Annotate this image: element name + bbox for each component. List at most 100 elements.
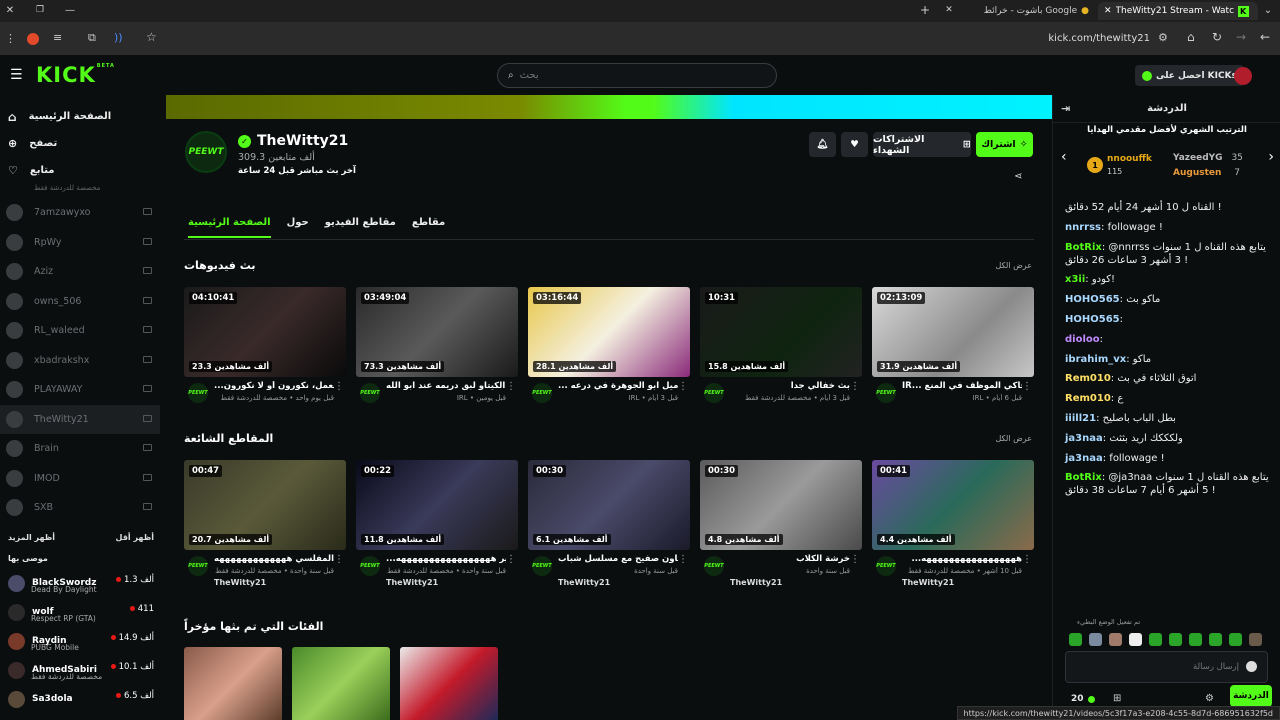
minimize-window-icon[interactable]: — — [64, 4, 76, 16]
clip-thumbnail[interactable]: 00:47 20.7 ألف مشاهدين — [184, 460, 346, 550]
chat-username[interactable]: x3ii — [1065, 274, 1085, 285]
videos-see-all-link[interactable]: عرض الكل — [995, 261, 1032, 270]
video-title[interactable]: ...العمل، نكورون أو لا نكورون — [214, 381, 334, 391]
channel-avatar[interactable]: PEEWT — [532, 556, 552, 576]
chat-username[interactable]: dioloo — [1065, 334, 1100, 345]
leaderboard-prev-icon[interactable]: ‹ — [1061, 149, 1067, 165]
clip-card[interactable]: 00:41 4.4 ألف مشاهدين PEEWT ...هههههههههههه… — [872, 460, 1034, 587]
tab-search-icon[interactable]: ⌄ — [1262, 3, 1274, 17]
video-thumbnail[interactable]: 10:31 15.8 ألف مشاهدين — [700, 287, 862, 377]
restore-window-icon[interactable]: ❐ — [34, 4, 46, 16]
clip-owner[interactable]: TheWitty21 — [730, 578, 782, 587]
chat-username[interactable]: Rem010 — [1065, 393, 1111, 404]
channel-avatar[interactable]: PEEWT — [876, 556, 896, 576]
clip-thumbnail[interactable]: 00:22 11.8 ألف مشاهدين — [356, 460, 518, 550]
category-thumbnail[interactable] — [292, 647, 390, 720]
channel-avatar[interactable]: PEEWT — [704, 383, 724, 403]
emote-icon[interactable] — [1129, 633, 1142, 646]
more-options-icon[interactable]: ⋮ — [1022, 381, 1032, 392]
sidebar-channel[interactable]: SXB — [0, 493, 160, 523]
search-bar[interactable]: ⌕ — [497, 63, 777, 88]
kick-logo[interactable]: KICKBETA — [36, 63, 115, 87]
leaderboard-entry-3[interactable]: Augusten 7 — [1163, 168, 1263, 180]
collapse-chat-icon[interactable]: ⇥ — [1061, 102, 1070, 115]
emote-icon[interactable] — [1149, 633, 1162, 646]
audio-icon[interactable]: )) — [114, 31, 123, 44]
extension-red-icon[interactable] — [27, 33, 39, 45]
video-title[interactable]: ... الزميل ابو الجوهرة في درعه — [558, 381, 678, 391]
follow-heart-button[interactable]: ♥ — [841, 132, 868, 157]
more-options-icon[interactable]: ⋮ — [1022, 554, 1032, 565]
more-options-icon[interactable]: ⋮ — [506, 554, 516, 565]
tab-kick[interactable]: ✕ TheWitty21 Stream - Watch Live K — [1098, 2, 1258, 20]
channel-avatar[interactable]: PEEWT — [188, 383, 208, 403]
subscribe-button[interactable]: اشتراك ✧ — [976, 132, 1033, 157]
chat-username[interactable]: HOHO565 — [1065, 314, 1120, 325]
recommended-channel[interactable]: Sa3dola 6.5 ألف — [0, 685, 160, 714]
clip-card[interactable]: 00:47 20.7 ألف مشاهدين PEEWT المفلسي هههههه… — [184, 460, 346, 587]
notification-bell-button[interactable]: 🔔︎ — [809, 132, 836, 157]
clip-card[interactable]: 00:30 4.8 ألف مشاهدين PEEWT خرشة الكلاب قبل … — [700, 460, 862, 587]
sidebar-channel[interactable]: IMOD — [0, 464, 160, 494]
category-thumbnail[interactable] — [184, 647, 282, 720]
sidebar-channel[interactable]: xbadrakshx — [0, 346, 160, 376]
sidebar-channel[interactable]: owns_506 — [0, 287, 160, 317]
back-icon[interactable]: ← — [1260, 30, 1270, 44]
clip-card[interactable]: 00:22 11.8 ألف مشاهدين PEEWT ...كثير هههههه… — [356, 460, 518, 587]
clip-title[interactable]: تعاون صفيح مع مسلسل شباب... — [558, 554, 678, 564]
chat-username[interactable]: BotRix — [1065, 472, 1102, 483]
sidebar-channel[interactable]: 7amzawyxo — [0, 198, 160, 228]
emote-icon[interactable] — [1229, 633, 1242, 646]
share-icon[interactable]: ⋖ — [1014, 171, 1022, 182]
video-card[interactable]: 03:16:44 28.1 ألف مشاهدين PEEWT ... الزميل … — [528, 287, 690, 411]
chat-username[interactable]: ja3naa — [1065, 433, 1103, 444]
clip-title[interactable]: ...هههههههههههههههههه — [902, 554, 1022, 564]
channel-avatar[interactable]: PEEWT — [185, 131, 227, 173]
close-window-icon[interactable]: ✕ — [4, 4, 16, 16]
emote-icon[interactable] — [1169, 633, 1182, 646]
more-options-icon[interactable]: ⋮ — [334, 554, 344, 565]
chat-username[interactable]: Rem010 — [1065, 373, 1111, 384]
chat-input[interactable]: إرسال رسالة — [1065, 651, 1268, 683]
leaderboard-entry-1[interactable]: 1 nnoouffk 115 — [1087, 153, 1157, 179]
category-thumbnail[interactable] — [400, 647, 498, 720]
close-tab-icon[interactable]: ✕ — [943, 4, 955, 16]
clip-thumbnail[interactable]: 00:30 6.1 ألف مشاهدين — [528, 460, 690, 550]
recommended-channel[interactable]: AhmedSabiri مخصصة للدردشة فقط 10.1 ألف — [0, 656, 160, 685]
hamburger-menu-icon[interactable]: ☰ — [10, 67, 23, 83]
show-more-link[interactable]: أظهر المزيد — [8, 533, 55, 542]
leaderboard-next-icon[interactable]: › — [1268, 149, 1274, 165]
sidebar-item-home[interactable]: ⌂ الصفحة الرئيسية — [0, 103, 160, 130]
user-avatar[interactable] — [1234, 67, 1252, 85]
playlist-icon[interactable]: ≡ — [53, 31, 62, 44]
sidebar-channel[interactable]: RpWy — [0, 228, 160, 258]
reload-icon[interactable]: ↻ — [1212, 30, 1222, 44]
video-title[interactable]: بث خفالي جداً — [730, 381, 850, 391]
close-tab-icon[interactable]: ✕ — [1104, 6, 1112, 16]
video-title[interactable]: بث الكيتاو لبق دريمه عند ابو الله — [386, 381, 506, 391]
leaderboard-entry-2[interactable]: YazeedYG 35 — [1163, 153, 1263, 165]
emoji-picker-icon[interactable] — [1246, 661, 1257, 672]
forward-icon[interactable]: → — [1236, 30, 1246, 44]
video-thumbnail[interactable]: 04:10:41 23.3 ألف مشاهدين — [184, 287, 346, 377]
chat-username[interactable]: BotRix — [1065, 242, 1102, 253]
emote-icon[interactable] — [1109, 633, 1122, 646]
more-options-icon[interactable]: ⋮ — [678, 381, 688, 392]
home-icon[interactable]: ⌂ — [1187, 30, 1195, 44]
tab-home[interactable]: الصفحة الرئيسية — [188, 217, 271, 238]
emote-icon[interactable] — [1189, 633, 1202, 646]
video-title[interactable]: IR... محاكي الموظف في المنع — [902, 381, 1022, 391]
sidebar-item-following[interactable]: ♡ متابع — [0, 157, 160, 184]
sidebar-channel[interactable]: Brain — [0, 434, 160, 464]
more-options-icon[interactable]: ⋮ — [678, 554, 688, 565]
bookmark-star-icon[interactable]: ☆ — [146, 30, 157, 44]
clip-owner[interactable]: TheWitty21 — [386, 578, 438, 587]
more-options-icon[interactable]: ⋮ — [334, 381, 344, 392]
sidebar-channel[interactable]: RL_waleed — [0, 316, 160, 346]
tab-maps[interactable]: باشوت - خرائط Google ● — [960, 2, 1095, 20]
extensions-icon[interactable]: ⧉ — [88, 31, 96, 45]
search-input[interactable] — [519, 70, 760, 81]
video-card[interactable]: 04:10:41 23.3 ألف مشاهدين PEEWT ...العمل، ن… — [184, 287, 346, 411]
chat-username[interactable]: nnrrss — [1065, 222, 1101, 233]
gift-icon[interactable]: ⊞ — [1113, 693, 1121, 704]
